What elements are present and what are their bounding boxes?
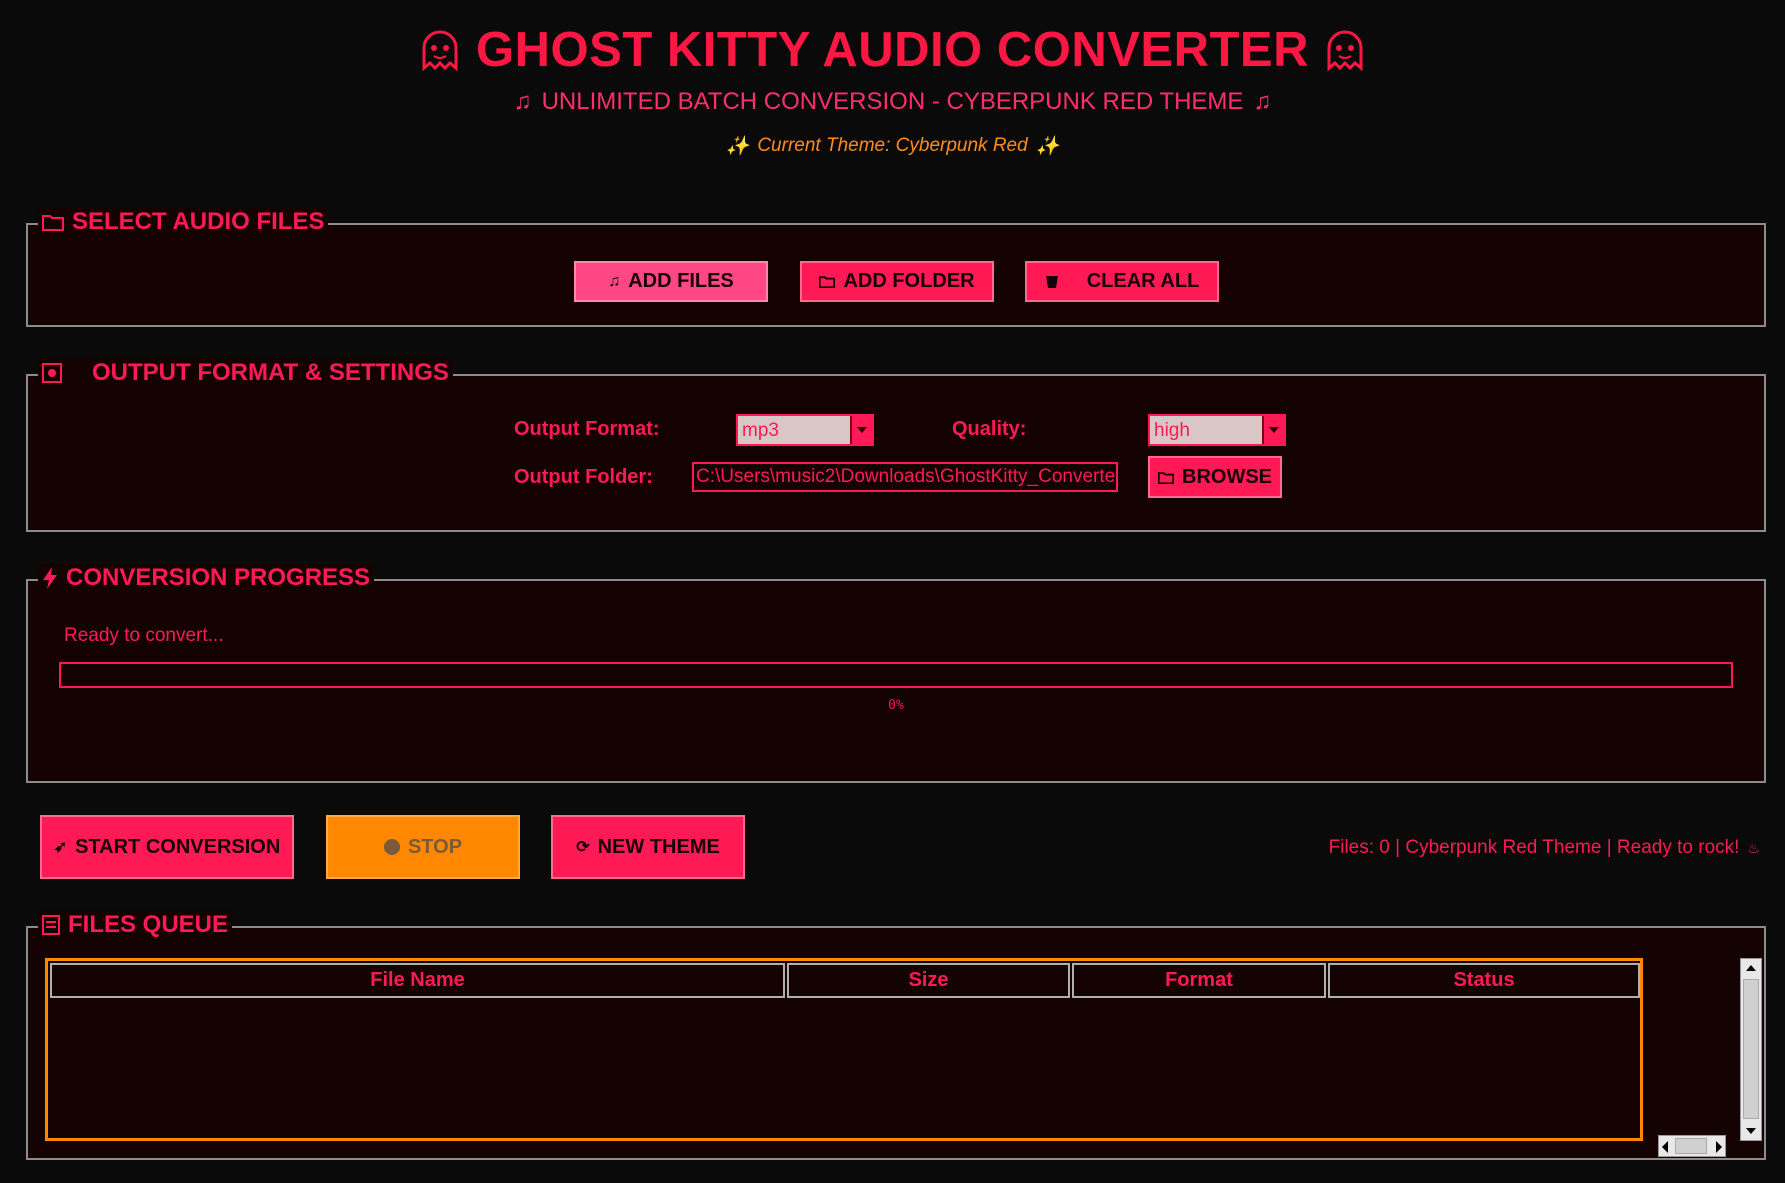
- quality-value: high: [1154, 420, 1190, 441]
- quality-select[interactable]: high: [1148, 414, 1286, 446]
- browse-button[interactable]: BROWSE: [1148, 456, 1282, 498]
- scroll-thumb[interactable]: [1675, 1138, 1707, 1154]
- scroll-up-icon[interactable]: [1741, 959, 1761, 977]
- scroll-right-icon[interactable]: [1715, 1140, 1723, 1158]
- scroll-thumb[interactable]: [1743, 979, 1759, 1119]
- add-files-button[interactable]: ♫ ADD FILES: [574, 261, 768, 302]
- folder-icon: [1158, 471, 1174, 484]
- column-header-size[interactable]: Size: [787, 963, 1070, 998]
- folder-icon: [42, 215, 64, 231]
- ghost-icon: [1327, 30, 1363, 72]
- list-icon: [42, 915, 60, 935]
- quality-label: Quality:: [952, 418, 1027, 440]
- settings-icon: [42, 363, 62, 383]
- progress-bar: [59, 662, 1733, 688]
- output-format-label: Output Format:: [514, 418, 660, 440]
- start-conversion-button[interactable]: ➶ START CONVERSION: [40, 815, 294, 879]
- chevron-down-icon[interactable]: [1262, 416, 1284, 444]
- refresh-icon: ⟳: [576, 839, 590, 856]
- column-header-status[interactable]: Status: [1328, 963, 1640, 998]
- ghost-icon: ♨: [1747, 839, 1760, 856]
- chevron-down-icon[interactable]: [850, 416, 872, 444]
- horizontal-scrollbar[interactable]: [1658, 1135, 1726, 1157]
- music-note-icon: ♫: [608, 272, 621, 290]
- output-folder-label: Output Folder:: [514, 466, 653, 488]
- music-note-icon: ♫: [513, 88, 532, 115]
- add-folder-button[interactable]: ADD FOLDER: [800, 261, 994, 302]
- sparkle-icon: ✨: [1035, 136, 1060, 157]
- status-bar: Files: 0 | Cyberpunk Red Theme | Ready t…: [1260, 837, 1760, 859]
- output-format-select[interactable]: mp3: [736, 414, 874, 446]
- column-header-file-name[interactable]: File Name: [50, 963, 785, 998]
- select-files-group: SELECT AUDIO FILES ♫ ADD FILES ADD FOLDE…: [26, 208, 1766, 327]
- vertical-scrollbar[interactable]: [1740, 958, 1762, 1141]
- app-subtitle-row: ♫ UNLIMITED BATCH CONVERSION - CYBERPUNK…: [0, 88, 1785, 116]
- scroll-left-icon[interactable]: [1661, 1140, 1669, 1158]
- current-theme-row: ✨ Current Theme: Cyberpunk Red ✨: [0, 134, 1785, 158]
- trash-icon: [1045, 276, 1058, 288]
- rocket-icon: ➶: [53, 839, 68, 856]
- current-theme-label: Current Theme: Cyberpunk Red: [757, 135, 1028, 156]
- scroll-down-icon[interactable]: [1741, 1122, 1761, 1140]
- app-title: GHOST KITTY AUDIO CONVERTER: [476, 23, 1309, 77]
- files-queue-table[interactable]: File Name Size Format Status: [45, 958, 1643, 1141]
- new-theme-button[interactable]: ⟳ NEW THEME: [551, 815, 745, 879]
- ghost-icon: [422, 30, 458, 72]
- progress-percent: 0%: [888, 698, 904, 713]
- folder-icon: [819, 276, 836, 288]
- output-settings-title: OUTPUT FORMAT & SETTINGS: [38, 359, 453, 387]
- column-header-format[interactable]: Format: [1072, 963, 1326, 998]
- files-queue-title: FILES QUEUE: [38, 911, 233, 939]
- app-subtitle: UNLIMITED BATCH CONVERSION - CYBERPUNK R…: [541, 88, 1244, 115]
- output-format-value: mp3: [742, 420, 779, 441]
- app-title-row: GHOST KITTY AUDIO CONVERTER: [0, 22, 1785, 78]
- lightning-icon: [43, 567, 57, 589]
- stop-button[interactable]: STOP: [326, 815, 520, 879]
- select-files-title: SELECT AUDIO FILES: [38, 208, 329, 236]
- clear-all-button[interactable]: CLEAR ALL: [1025, 261, 1219, 302]
- music-note-icon: ♫: [1253, 88, 1272, 115]
- sparkle-icon: ✨: [725, 136, 750, 157]
- output-settings-group: OUTPUT FORMAT & SETTINGS Output Format: …: [26, 359, 1766, 532]
- progress-title: CONVERSION PROGRESS: [38, 564, 375, 592]
- progress-status-text: Ready to convert...: [64, 625, 224, 646]
- stop-icon: [383, 839, 400, 855]
- status-bar-text: Files: 0 | Cyberpunk Red Theme | Ready t…: [1328, 837, 1740, 858]
- output-folder-input[interactable]: C:\Users\music2\Downloads\GhostKitty_Con…: [692, 462, 1118, 492]
